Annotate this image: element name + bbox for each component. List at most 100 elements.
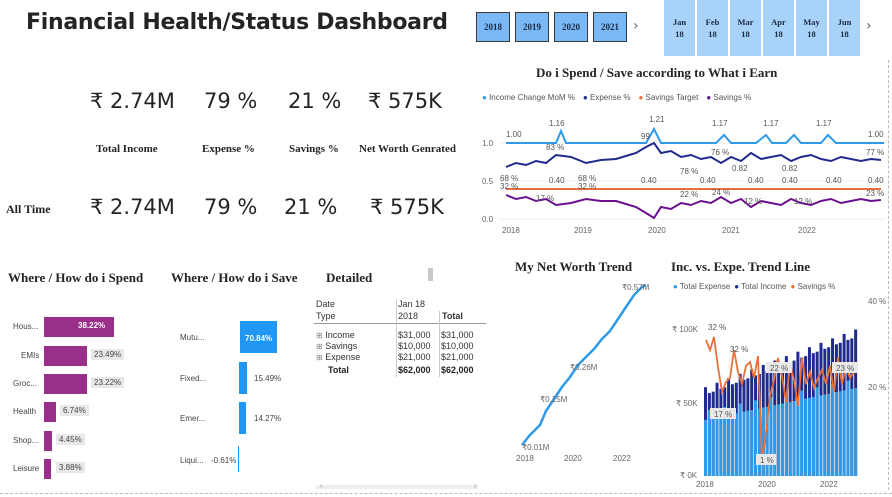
spend-bar-emis[interactable] xyxy=(44,346,87,366)
expense-bar[interactable] xyxy=(831,384,835,476)
networth-chart: ₹0.01M ₹0.15M ₹0.26M ₹0.57M 2018 2020 20… xyxy=(516,283,650,463)
data-label: 17 % xyxy=(714,410,732,419)
data-label: ₹0.15M xyxy=(540,395,568,404)
spend-bar-health[interactable] xyxy=(44,402,56,422)
row-label: Savings xyxy=(325,341,358,351)
kpi-net-worth: ₹ 575K xyxy=(368,89,442,113)
expense-bar[interactable] xyxy=(704,419,707,476)
scrollbar-thumb[interactable] xyxy=(428,268,433,281)
data-label: 0.40 xyxy=(748,176,764,185)
expense-bar[interactable] xyxy=(727,414,731,476)
expense-bar[interactable] xyxy=(750,409,754,476)
expense-bar[interactable] xyxy=(850,388,854,476)
data-label: 0.82 xyxy=(782,164,798,173)
legend-item: ● Income Change MoM % xyxy=(482,93,575,102)
expense-bar[interactable] xyxy=(746,410,750,476)
data-label: 0.40 xyxy=(868,176,884,185)
expense-bar[interactable] xyxy=(711,418,715,476)
expense-bar[interactable] xyxy=(777,404,781,476)
bar-value-label: 6.74% xyxy=(60,405,89,416)
data-label: 32 % xyxy=(500,182,518,191)
month-button-jan[interactable]: Jan 18 xyxy=(664,0,695,56)
expense-bar[interactable] xyxy=(707,410,711,476)
expense-bar[interactable] xyxy=(819,395,823,476)
expense-bar[interactable] xyxy=(834,392,838,476)
divider xyxy=(314,323,486,324)
expand-icon[interactable]: ⊞ xyxy=(316,331,323,340)
right-divider xyxy=(888,60,889,490)
expense-bar[interactable] xyxy=(734,413,738,476)
legend-label: Savings % xyxy=(797,282,836,291)
spend-bar-groceries[interactable] xyxy=(44,374,87,394)
expense-bar[interactable] xyxy=(742,411,746,476)
chevron-right-icon[interactable]: › xyxy=(633,18,639,34)
expand-icon[interactable]: ⊞ xyxy=(316,342,323,351)
save-bar-fixed-deposit[interactable] xyxy=(239,362,247,394)
data-label: 83 % xyxy=(546,143,564,152)
expense-bar[interactable] xyxy=(800,390,804,476)
matrix-row[interactable]: ⊞ Savings xyxy=(316,341,357,351)
expense-bar[interactable] xyxy=(719,416,723,476)
expense-bar[interactable] xyxy=(788,401,792,476)
data-label: 1.17 xyxy=(712,119,728,128)
expense-bar[interactable] xyxy=(730,414,734,476)
expense-bar[interactable] xyxy=(796,400,800,476)
chevron-right-icon[interactable]: › xyxy=(866,18,872,34)
legend-item: ● Expense % xyxy=(582,93,631,102)
save-bar-liquid[interactable] xyxy=(238,446,239,472)
expense-bar[interactable] xyxy=(815,387,819,476)
y-tick: ₹ 0K xyxy=(680,471,698,480)
month-label: Apr xyxy=(771,17,786,27)
y-tick: 1.0 xyxy=(482,139,494,148)
expense-bar[interactable] xyxy=(807,397,811,476)
expense-bar[interactable] xyxy=(781,403,784,476)
year-button-2019[interactable]: 2019 xyxy=(515,12,549,42)
bar-category-label: Fixed... xyxy=(180,374,207,383)
legend-label: Savings % xyxy=(713,93,752,102)
spend-bar-shopping[interactable] xyxy=(44,431,52,451)
expense-bar[interactable] xyxy=(792,401,796,476)
expense-bar[interactable] xyxy=(715,417,719,476)
month-button-apr[interactable]: Apr 18 xyxy=(763,0,794,56)
expense-bar[interactable] xyxy=(738,403,742,476)
matrix-col-date: Jan 18 xyxy=(398,299,426,309)
month-button-jun[interactable]: Jun 18 xyxy=(829,0,860,56)
expense-bar[interactable] xyxy=(773,405,777,476)
matrix-row[interactable]: ⊞ Income xyxy=(316,330,355,340)
x-tick: 2018 xyxy=(696,480,714,489)
month-button-may[interactable]: May 18 xyxy=(796,0,827,56)
bar-category-label: Emer... xyxy=(180,414,206,423)
expense-bar[interactable] xyxy=(827,393,831,476)
year-button-2021[interactable]: 2021 xyxy=(593,12,627,42)
scroll-left-icon[interactable]: ‹ xyxy=(320,483,322,490)
bottom-divider xyxy=(0,493,892,494)
month-button-mar[interactable]: Mar 18 xyxy=(730,0,761,56)
legend-item: ● Savings % xyxy=(790,282,836,291)
matrix-row[interactable]: ⊞ Expense xyxy=(316,352,360,362)
x-tick: 2018 xyxy=(502,226,520,235)
kpi-savings-pct-all: 21 % xyxy=(284,195,338,219)
data-label: ₹0.57M xyxy=(622,283,650,292)
scroll-right-icon[interactable]: › xyxy=(474,483,476,490)
bar-value-label: 38.22% xyxy=(78,321,106,330)
save-bar-emergency[interactable] xyxy=(239,402,246,434)
y-tick: 0.0 xyxy=(482,215,494,224)
spend-bar-leisure[interactable] xyxy=(44,459,51,479)
expense-bar[interactable] xyxy=(842,390,846,476)
trend-title: Inc. vs. Expe. Trend Line xyxy=(671,259,811,274)
horizontal-scrollbar[interactable] xyxy=(316,485,478,489)
year-button-2018[interactable]: 2018 xyxy=(476,12,510,42)
x-tick: 2020 xyxy=(648,226,666,235)
expense-bar[interactable] xyxy=(854,388,858,476)
expense-bar[interactable] xyxy=(823,394,827,476)
expense-bar[interactable] xyxy=(804,398,808,476)
kpi-savings-pct: 21 % xyxy=(288,89,342,113)
bar-value-label: 4.45% xyxy=(56,434,85,445)
month-button-feb[interactable]: Feb 18 xyxy=(697,0,728,56)
expense-bar[interactable] xyxy=(811,396,815,476)
year-button-2020[interactable]: 2020 xyxy=(554,12,588,42)
expense-bar[interactable] xyxy=(846,380,850,476)
expense-bar[interactable] xyxy=(784,393,788,476)
expense-bar[interactable] xyxy=(838,391,842,476)
expand-icon[interactable]: ⊞ xyxy=(316,353,323,362)
